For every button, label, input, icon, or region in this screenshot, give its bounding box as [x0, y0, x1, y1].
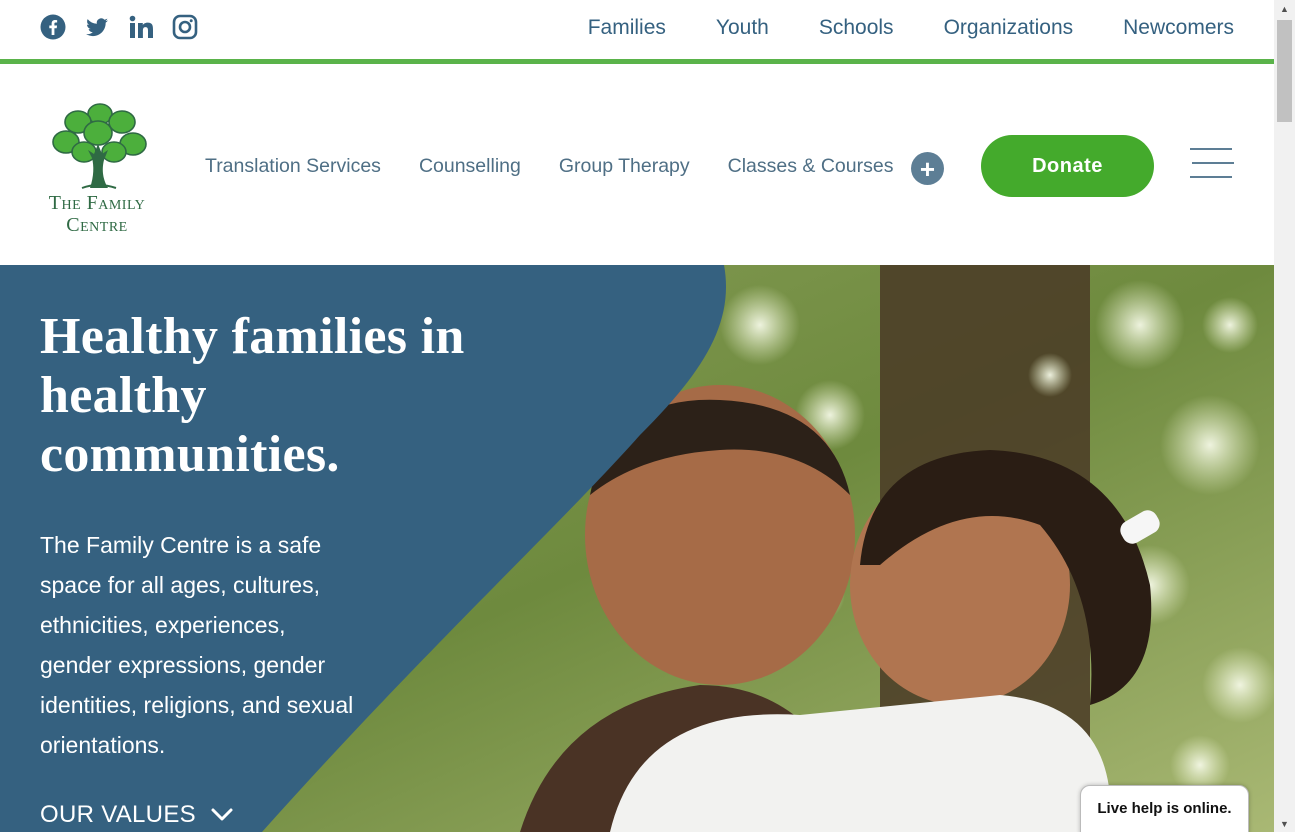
utility-bar: Families Youth Schools Organizations New…	[0, 0, 1274, 59]
nav-translation-services[interactable]: Translation Services	[205, 155, 381, 178]
scroll-down-arrow-icon[interactable]: ▼	[1274, 815, 1295, 832]
hero-section: Healthy families in healthy communities.…	[0, 265, 1274, 832]
site-logo[interactable]: The Family Centre	[38, 100, 156, 236]
scroll-up-arrow-icon[interactable]: ▲	[1274, 0, 1295, 17]
hamburger-line	[1192, 162, 1234, 164]
our-values-label: OUR VALUES	[40, 801, 196, 828]
donate-button[interactable]: Donate	[981, 135, 1154, 197]
topnav-families[interactable]: Families	[588, 16, 666, 40]
topnav-schools[interactable]: Schools	[819, 16, 894, 40]
tree-logo-icon	[52, 103, 147, 189]
page-scrollbar[interactable]: ▲ ▼	[1274, 0, 1295, 832]
expand-nav-plus-icon[interactable]: +	[911, 152, 944, 185]
hamburger-menu-icon[interactable]	[1190, 148, 1234, 180]
logo-line-1: The Family	[48, 192, 146, 214]
topnav-newcomers[interactable]: Newcomers	[1123, 16, 1234, 40]
facebook-icon[interactable]	[40, 14, 66, 40]
topnav-organizations[interactable]: Organizations	[944, 16, 1074, 40]
hamburger-line	[1190, 148, 1232, 150]
hero-description: The Family Centre is a safe space for al…	[40, 532, 354, 758]
logo-line-2: Centre	[66, 214, 128, 236]
nav-counselling[interactable]: Counselling	[419, 155, 521, 178]
nav-classes-courses[interactable]: Classes & Courses	[728, 155, 894, 178]
hamburger-line	[1190, 176, 1232, 178]
topnav-youth[interactable]: Youth	[716, 16, 769, 40]
twitter-icon[interactable]	[84, 14, 110, 40]
chevron-down-icon	[211, 808, 233, 821]
our-values-link[interactable]: OUR VALUES	[40, 801, 234, 829]
scrollbar-thumb[interactable]	[1277, 20, 1292, 122]
instagram-icon[interactable]	[172, 14, 198, 40]
linkedin-icon[interactable]	[128, 14, 154, 40]
main-header: The Family Centre Translation Services C…	[0, 64, 1274, 265]
logo-wordmark: The Family Centre	[38, 192, 156, 236]
hero-heading: Healthy families in healthy communities.	[40, 308, 465, 483]
social-links	[40, 14, 198, 40]
nav-group-therapy[interactable]: Group Therapy	[559, 155, 690, 178]
live-help-widget[interactable]: Live help is online.	[1080, 785, 1249, 832]
service-nav: Translation Services Counselling Group T…	[205, 155, 893, 178]
audience-nav: Families Youth Schools Organizations New…	[588, 16, 1234, 40]
